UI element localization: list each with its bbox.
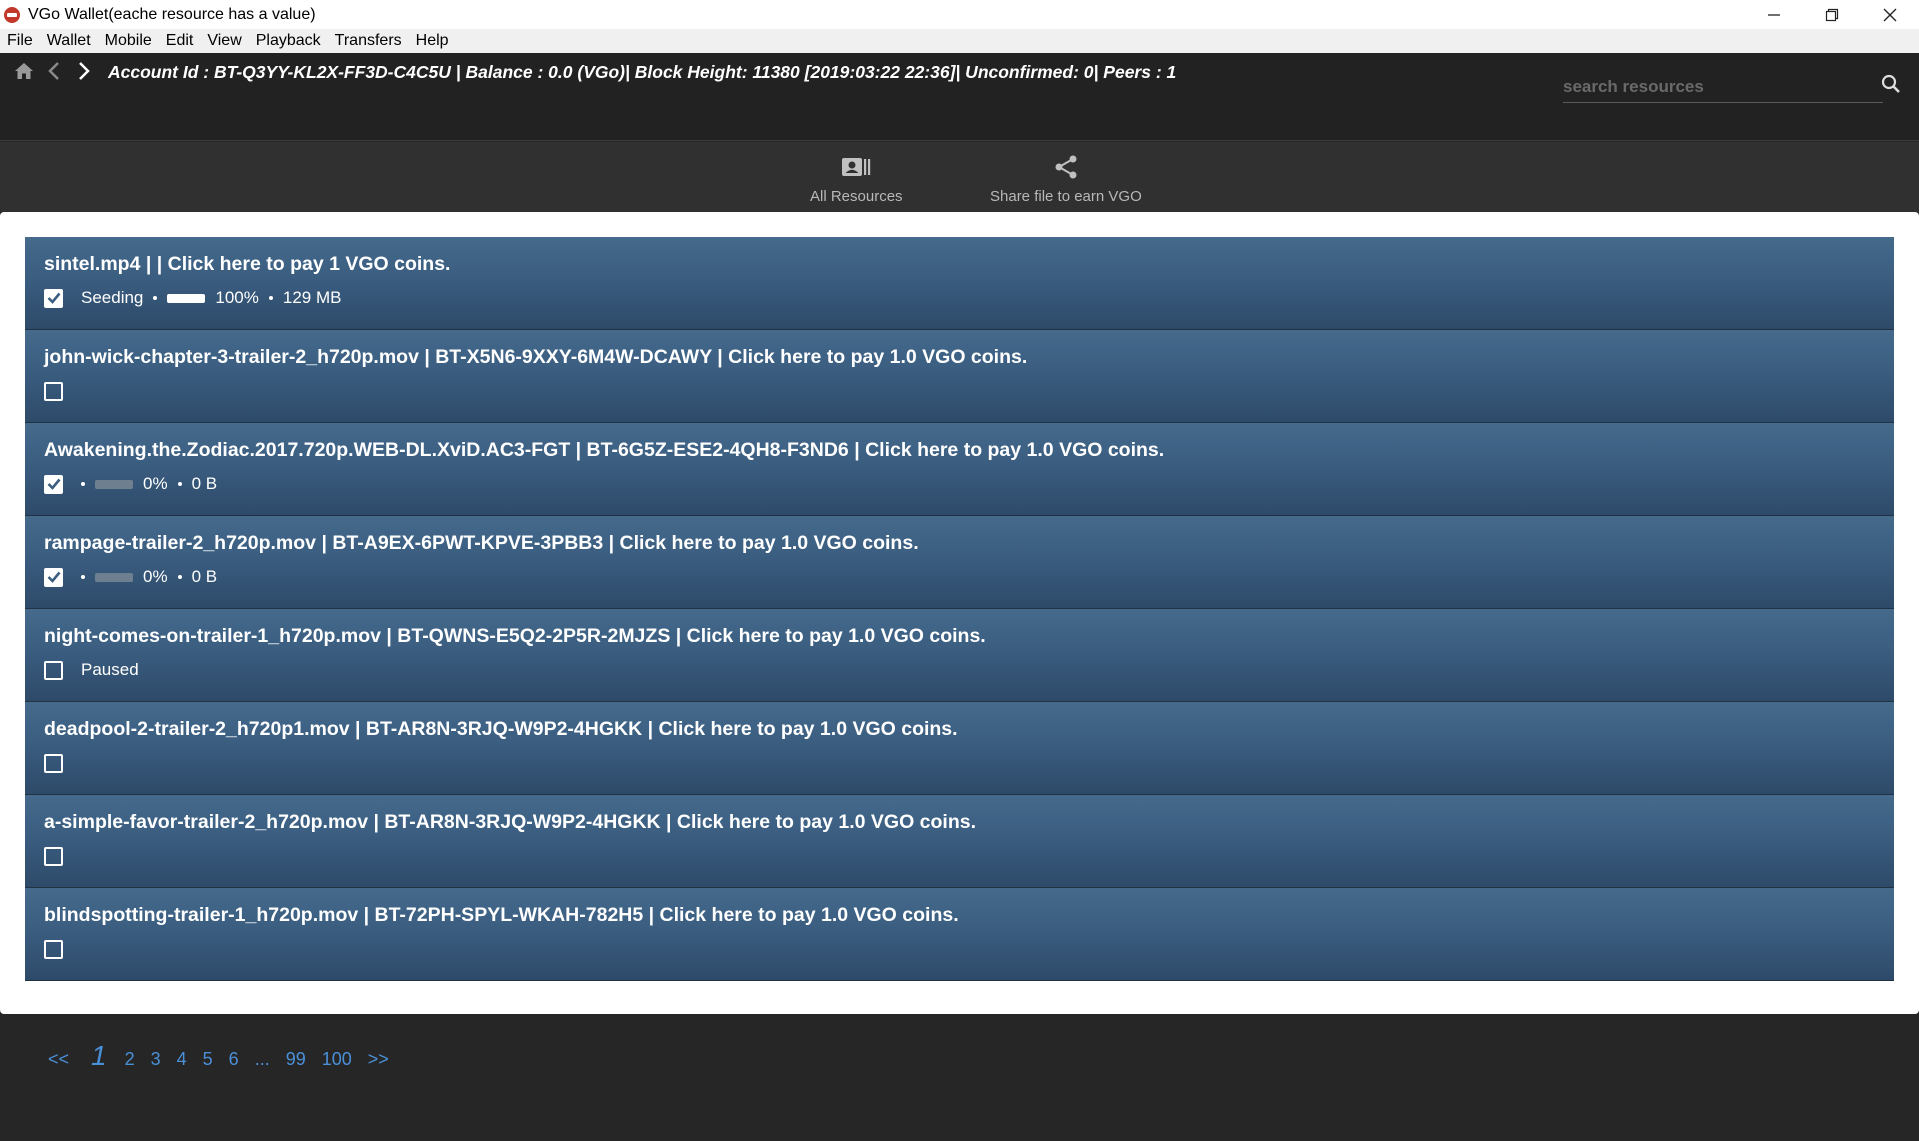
page-link[interactable]: 3 bbox=[151, 1049, 161, 1070]
resource-row[interactable]: rampage-trailer-2_h720p.mov | BT-A9EX-6P… bbox=[25, 516, 1894, 609]
progress-percent: 0% bbox=[143, 474, 168, 493]
resource-title-link[interactable]: deadpool-2-trailer-2_h720p1.mov | BT-AR8… bbox=[44, 718, 958, 741]
resource-title-link[interactable]: rampage-trailer-2_h720p.mov | BT-A9EX-6P… bbox=[44, 532, 919, 555]
resource-row[interactable]: Awakening.the.Zodiac.2017.720p.WEB-DL.Xv… bbox=[25, 423, 1894, 516]
resource-title-link[interactable]: john-wick-chapter-3-trailer-2_h720p.mov … bbox=[44, 346, 1027, 369]
app-logo-icon bbox=[4, 6, 20, 23]
file-size: 129 MB bbox=[282, 288, 342, 307]
resource-row[interactable]: blindspotting-trailer-1_h720p.mov | BT-7… bbox=[25, 888, 1894, 981]
separator-dot bbox=[177, 482, 182, 486]
file-size: 0 B bbox=[191, 567, 218, 586]
share-icon bbox=[1053, 152, 1079, 182]
resource-title-link[interactable]: Awakening.the.Zodiac.2017.720p.WEB-DL.Xv… bbox=[44, 439, 1164, 462]
pagination: << 1 2 3 4 5 6 ... 99 100 >> bbox=[48, 1040, 405, 1072]
resource-status-line bbox=[44, 938, 81, 960]
search-field bbox=[1563, 73, 1883, 103]
status-text: Seeding bbox=[81, 288, 144, 307]
close-icon[interactable] bbox=[1861, 0, 1919, 29]
page-link[interactable]: 99 bbox=[286, 1049, 306, 1070]
page-link[interactable]: 4 bbox=[177, 1049, 187, 1070]
resource-title-link[interactable]: sintel.mp4 | | Click here to pay 1 VGO c… bbox=[44, 253, 450, 276]
resource-row[interactable]: sintel.mp4 | | Click here to pay 1 VGO c… bbox=[25, 237, 1894, 330]
forward-icon[interactable] bbox=[72, 59, 96, 83]
checkmark-icon bbox=[47, 478, 61, 490]
progress-bar bbox=[95, 572, 133, 582]
progress-percent: 100% bbox=[215, 288, 259, 307]
resource-status-line: 0% 0 B bbox=[44, 566, 217, 588]
resource-title-link[interactable]: blindspotting-trailer-1_h720p.mov | BT-7… bbox=[44, 904, 959, 927]
separator-dot bbox=[81, 575, 85, 579]
tab-share-file[interactable]: Share file to earn VGO bbox=[990, 152, 1142, 205]
page-current[interactable]: 1 bbox=[91, 1040, 107, 1072]
menu-mobile[interactable]: Mobile bbox=[104, 32, 153, 50]
resource-status-line bbox=[44, 845, 81, 867]
resource-row[interactable]: john-wick-chapter-3-trailer-2_h720p.mov … bbox=[25, 330, 1894, 423]
resource-status-line: 0% 0 B bbox=[44, 473, 217, 495]
resource-status-line bbox=[44, 752, 81, 774]
tab-all-resources[interactable]: All Resources bbox=[810, 152, 903, 205]
separator-dot bbox=[153, 296, 158, 300]
search-icon[interactable] bbox=[1880, 73, 1902, 95]
tab-label: All Resources bbox=[810, 188, 903, 205]
separator-dot bbox=[177, 575, 182, 579]
file-size: 0 B bbox=[191, 474, 218, 493]
menu-playback[interactable]: Playback bbox=[255, 32, 322, 50]
menu-wallet[interactable]: Wallet bbox=[46, 32, 92, 50]
page-next[interactable]: >> bbox=[368, 1049, 389, 1070]
page-link[interactable]: 100 bbox=[322, 1049, 352, 1070]
window-title: VGo Wallet(eache resource has a value) bbox=[28, 5, 316, 23]
resource-checkbox[interactable] bbox=[44, 381, 63, 401]
menu-transfers[interactable]: Transfers bbox=[334, 32, 403, 50]
resource-title-link[interactable]: night-comes-on-trailer-1_h720p.mov | BT-… bbox=[44, 625, 986, 648]
restore-icon[interactable] bbox=[1803, 0, 1861, 29]
tabs-bar: All Resources Share file to earn VGO bbox=[0, 142, 1919, 212]
menu-bar: File Wallet Mobile Edit View Playback Tr… bbox=[0, 29, 1919, 53]
resource-checkbox[interactable] bbox=[44, 753, 63, 773]
page-link[interactable]: 6 bbox=[229, 1049, 239, 1070]
window-controls bbox=[1745, 0, 1919, 29]
progress-bar bbox=[167, 293, 206, 303]
tab-label: Share file to earn VGO bbox=[990, 188, 1142, 205]
status-text: Paused bbox=[81, 660, 139, 679]
menu-file[interactable]: File bbox=[6, 32, 34, 50]
resource-title-link[interactable]: a-simple-favor-trailer-2_h720p.mov | BT-… bbox=[44, 811, 976, 834]
title-bar: VGo Wallet(eache resource has a value) bbox=[0, 0, 1919, 29]
resource-checkbox[interactable] bbox=[44, 846, 63, 866]
separator-dot bbox=[81, 482, 85, 486]
resource-row[interactable]: night-comes-on-trailer-1_h720p.mov | BT-… bbox=[25, 609, 1894, 702]
search-input[interactable] bbox=[1563, 73, 1863, 101]
resource-checkbox[interactable] bbox=[44, 939, 63, 959]
wallet-header: Account Id : BT-Q3YY-KL2X-FF3D-C4C5U | B… bbox=[0, 53, 1919, 141]
resource-list: sintel.mp4 | | Click here to pay 1 VGO c… bbox=[25, 237, 1894, 981]
resource-row[interactable]: a-simple-favor-trailer-2_h720p.mov | BT-… bbox=[25, 795, 1894, 888]
menu-edit[interactable]: Edit bbox=[165, 32, 195, 50]
account-info: Account Id : BT-Q3YY-KL2X-FF3D-C4C5U | B… bbox=[108, 62, 1177, 82]
minimize-icon[interactable] bbox=[1745, 0, 1803, 29]
resource-status-line: Seeding 100% 129 MB bbox=[44, 287, 341, 309]
page-ellipsis: ... bbox=[254, 1049, 270, 1069]
menu-view[interactable]: View bbox=[206, 32, 242, 50]
nav-controls bbox=[12, 59, 102, 83]
home-icon[interactable] bbox=[12, 59, 36, 83]
page-prev[interactable]: << bbox=[48, 1049, 69, 1070]
resource-status-line bbox=[44, 380, 81, 402]
separator-dot bbox=[268, 296, 273, 300]
resource-checkbox[interactable] bbox=[44, 288, 63, 308]
progress-fill bbox=[167, 293, 206, 303]
resource-status-line: Paused bbox=[44, 659, 149, 681]
resource-checkbox[interactable] bbox=[44, 660, 63, 680]
progress-percent: 0% bbox=[143, 567, 168, 586]
progress-bar bbox=[95, 479, 133, 489]
resource-row[interactable]: deadpool-2-trailer-2_h720p1.mov | BT-AR8… bbox=[25, 702, 1894, 795]
menu-help[interactable]: Help bbox=[415, 32, 450, 50]
page-link[interactable]: 5 bbox=[203, 1049, 213, 1070]
back-icon[interactable] bbox=[42, 59, 66, 83]
resource-panel: sintel.mp4 | | Click here to pay 1 VGO c… bbox=[0, 212, 1919, 1014]
page-link[interactable]: 2 bbox=[125, 1049, 135, 1070]
checkmark-icon bbox=[47, 292, 61, 304]
resource-checkbox[interactable] bbox=[44, 567, 63, 587]
checkmark-icon bbox=[47, 571, 61, 583]
resource-checkbox[interactable] bbox=[44, 474, 63, 494]
contact-card-icon bbox=[841, 152, 871, 182]
